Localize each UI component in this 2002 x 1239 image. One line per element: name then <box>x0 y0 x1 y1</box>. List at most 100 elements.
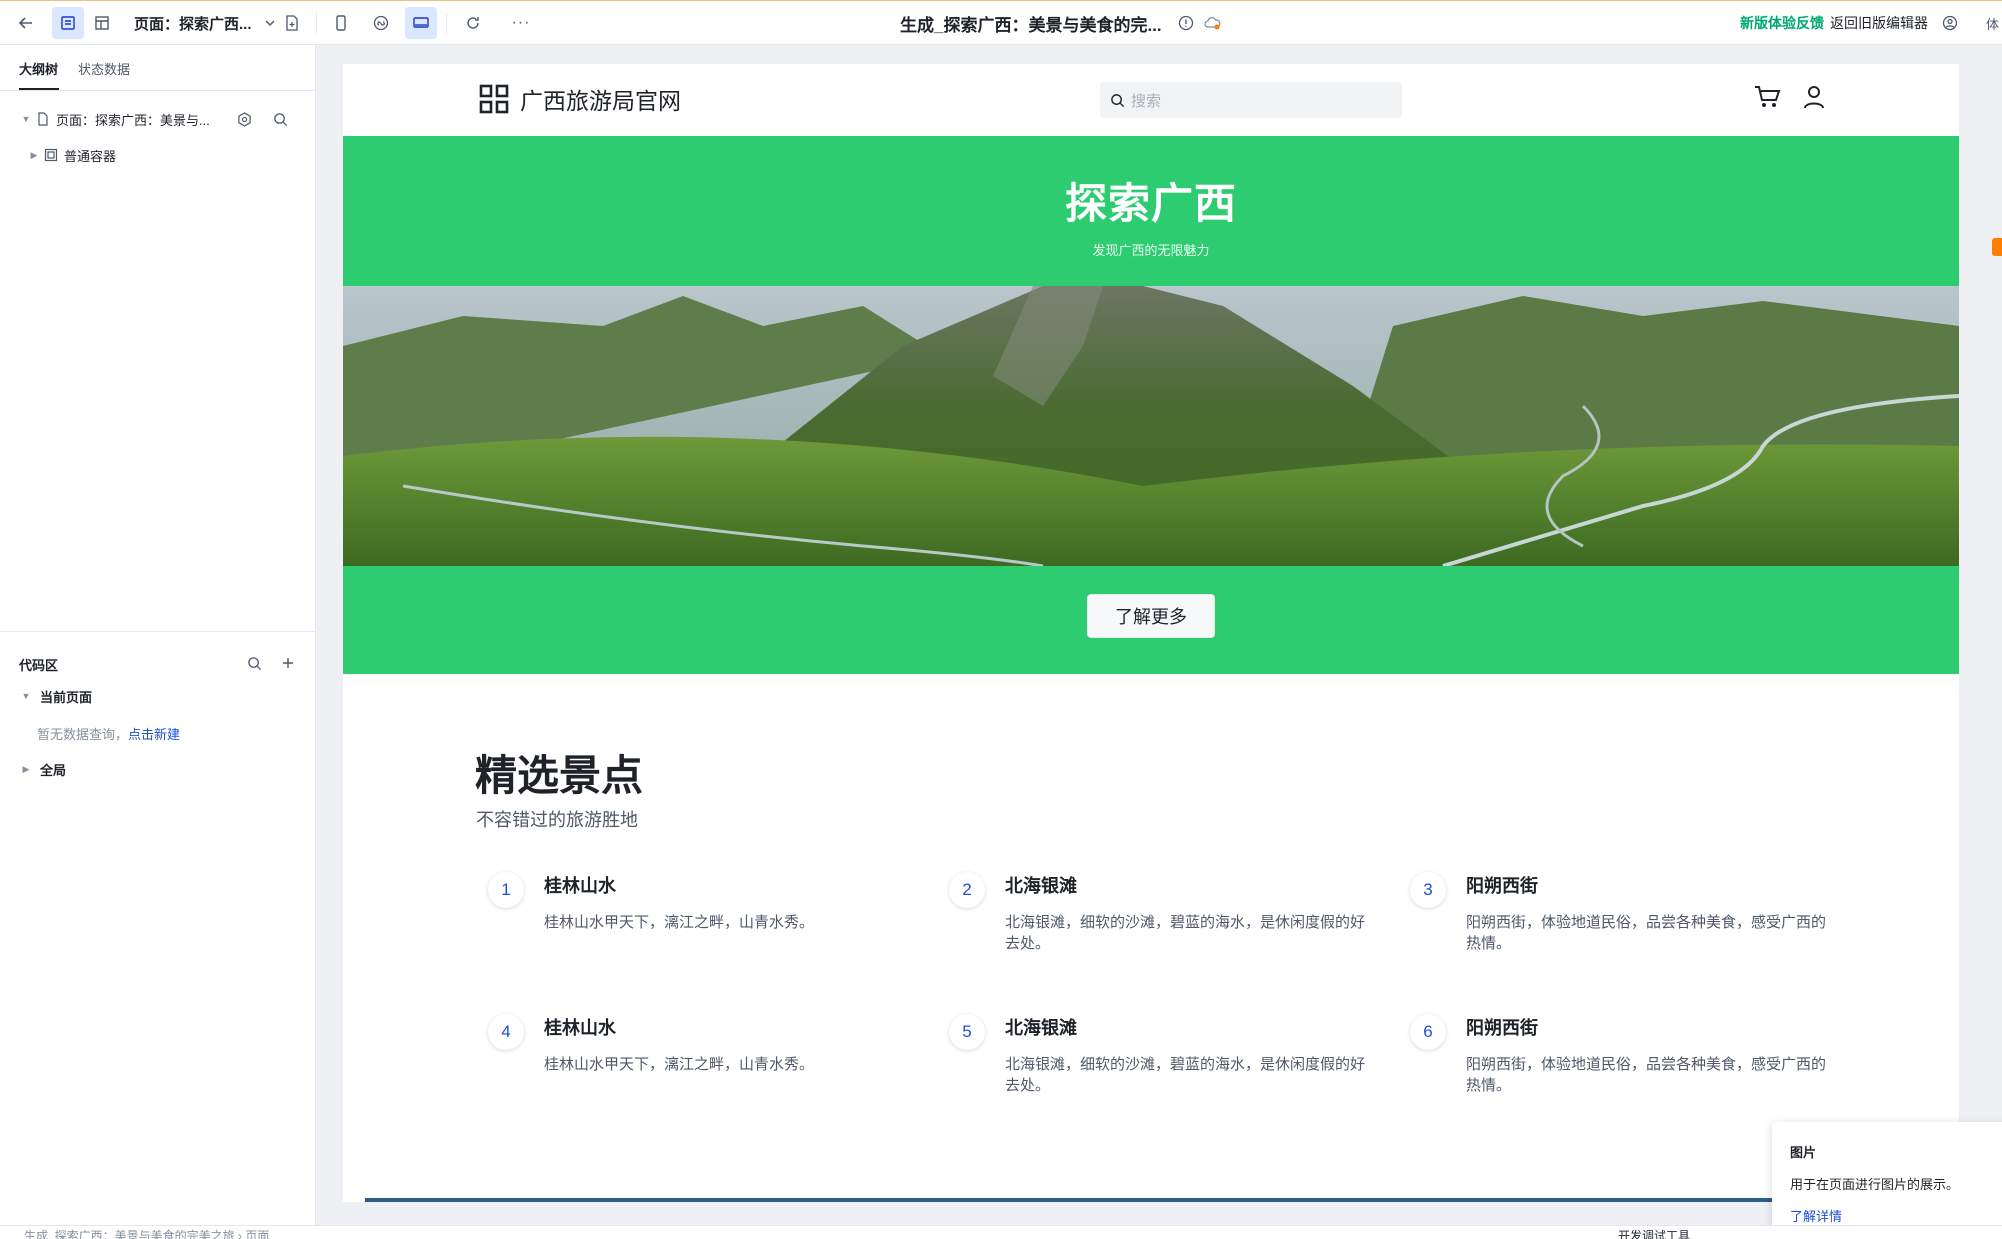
site-brand-name: 广西旅游局官网 <box>520 88 681 114</box>
add-query-button[interactable] <box>276 643 300 683</box>
popover-learn-more-link[interactable]: 了解详情 <box>1790 1206 1842 1225</box>
card-number-badge: 2 <box>949 872 985 908</box>
account-button[interactable] <box>1938 1 1962 45</box>
layout-view-button[interactable] <box>84 1 120 45</box>
code-current-page[interactable]: ▼ 当前页面 <box>20 682 92 710</box>
more-icon: ··· <box>511 14 531 31</box>
attraction-card[interactable]: 2 北海银滩 北海银滩，细软的沙滩，碧蓝的海水，是休闲度假的好去处。 <box>949 872 1365 982</box>
search-icon <box>273 112 287 126</box>
card-description: 阳朔西街，体验地道民俗，品尝各种美食，感受广西的热情。 <box>1466 914 1827 952</box>
card-description: 北海银滩，细软的沙滩，碧蓝的海水，是休闲度假的好去处。 <box>1005 1056 1366 1094</box>
card-description: 桂林山水甲天下，漓江之畔，山青水秀。 <box>544 914 815 931</box>
settings-icon <box>237 111 251 127</box>
design-canvas[interactable]: 广西旅游局官网 搜索 探索广西 发现广西的无限魅力 了解更多 精选景点 不容错过… <box>343 64 1959 1202</box>
attraction-card[interactable]: 6 阳朔西街 阳朔西街，体验地道民俗，品尝各种美食，感受广西的热情。 <box>1410 1014 1826 1124</box>
tree-node-page-label: 页面：探索广西：美景与... <box>56 112 210 128</box>
page-settings-button[interactable] <box>232 105 256 133</box>
card-number-badge: 3 <box>1410 872 1446 908</box>
left-tabs: 大纲树 状态数据 <box>0 45 315 91</box>
search-icon <box>1111 93 1125 107</box>
tree-node-page[interactable]: ▼ 页面：探索广西：美景与... <box>20 105 210 133</box>
caret-down-icon: ▼ <box>21 114 31 124</box>
popover-title: 图片 <box>1790 1145 1817 1160</box>
old-editor-link[interactable]: 返回旧版编辑器 <box>1830 1 1928 45</box>
truncated-button-label[interactable]: 体 <box>1986 1 1999 45</box>
caret-right-icon: ▶ <box>22 763 30 774</box>
empty-query-text: 暂无数据查询，点击新建 <box>37 724 180 743</box>
card-number-badge: 6 <box>1410 1014 1446 1050</box>
global-label: 全局 <box>40 762 67 778</box>
tab-state-data[interactable]: 状态数据 <box>78 59 130 78</box>
desktop-icon <box>405 7 437 39</box>
info-button[interactable] <box>1174 1 1198 45</box>
card-number-badge: 1 <box>488 872 524 908</box>
file-icon <box>38 112 48 126</box>
card-title: 桂林山水 <box>544 1018 616 1038</box>
site-search-input[interactable]: 搜索 <box>1100 82 1402 118</box>
create-query-link[interactable]: 点击新建 <box>128 727 180 742</box>
site-brand[interactable]: 广西旅游局官网 <box>478 82 681 116</box>
refresh-button[interactable] <box>456 1 490 45</box>
grid-logo-icon <box>479 84 509 114</box>
side-panel-toggle[interactable] <box>1992 238 2002 256</box>
card-title: 阳朔西街 <box>1466 876 1538 896</box>
mobile-icon <box>336 15 346 31</box>
card-title: 桂林山水 <box>544 876 616 896</box>
card-description: 北海银滩，细软的沙滩，碧蓝的海水，是休闲度假的好去处。 <box>1005 914 1366 952</box>
learn-more-button[interactable]: 了解更多 <box>1087 594 1215 638</box>
hero-subtitle: 发现广西的无限魅力 <box>1092 243 1210 258</box>
tree-node-container[interactable]: ▶ 普通容器 <box>28 141 116 169</box>
tab-outline-tree[interactable]: 大纲树 <box>19 59 58 78</box>
component-info-popover: 图片 用于在页面进行图片的展示。 了解详情 <box>1772 1122 2002 1239</box>
status-bar: 生成_探索广西：美景与美食的完美之旅 › 页面 开发调试工具 <box>0 1225 2002 1239</box>
code-area-title: 代码区 <box>19 658 59 673</box>
document-title: 生成_探索广西：美景与美食的完... <box>900 15 1162 35</box>
card-description: 阳朔西街，体验地道民俗，品尝各种美食，感受广西的热情。 <box>1466 1056 1827 1094</box>
miniapp-icon <box>373 15 389 31</box>
current-page-label: 当前页面 <box>40 689 93 705</box>
devtools-button[interactable]: 开发调试工具 <box>1618 1227 1690 1239</box>
back-button[interactable] <box>8 1 44 45</box>
mobile-preview-button[interactable] <box>324 1 358 45</box>
hero-title: 探索广西 <box>1064 180 1237 227</box>
page-selector[interactable]: 页面：探索广西... <box>134 1 276 45</box>
desktop-preview-button[interactable] <box>404 1 438 45</box>
card-title: 北海银滩 <box>1005 876 1077 896</box>
feedback-link[interactable]: 新版体验反馈 <box>1740 1 1824 45</box>
editor-topbar: 页面：探索广西... ··· 生成_探索广西：美景与美食的完... 新版体验反馈… <box>0 0 2002 45</box>
tree-search-button[interactable] <box>268 105 292 133</box>
attraction-card[interactable]: 1 桂林山水 桂林山水甲天下，漓江之畔，山青水秀。 <box>488 872 888 982</box>
plus-icon <box>283 658 293 668</box>
active-tab-underline <box>19 88 59 90</box>
code-global[interactable]: ▶ 全局 <box>20 755 66 783</box>
cart-icon[interactable] <box>1753 84 1781 110</box>
code-search-button[interactable] <box>242 643 266 683</box>
breadcrumb[interactable]: 生成_探索广西：美景与美食的完美之旅 › 页面 <box>24 1227 269 1239</box>
outline-icon <box>52 7 84 39</box>
toolbar-divider <box>316 13 317 33</box>
section-title: 精选景点 <box>475 752 644 799</box>
more-button[interactable]: ··· <box>504 1 538 45</box>
refresh-icon <box>467 17 479 29</box>
empty-query-label: 暂无数据查询， <box>37 727 129 742</box>
back-arrow-icon <box>18 17 32 29</box>
container-icon <box>44 148 58 162</box>
popover-description: 用于在页面进行图片的展示。 <box>1790 1177 1960 1192</box>
miniapp-preview-button[interactable] <box>364 1 398 45</box>
caret-right-icon: ▶ <box>30 149 38 160</box>
card-number-badge: 4 <box>488 1014 524 1050</box>
card-number-badge: 5 <box>949 1014 985 1050</box>
site-header: 广西旅游局官网 搜索 <box>343 64 1959 136</box>
attraction-card[interactable]: 3 阳朔西街 阳朔西街，体验地道民俗，品尝各种美食，感受广西的热情。 <box>1410 872 1826 982</box>
save-status <box>1200 1 1224 45</box>
next-section-image-edge <box>365 1198 1937 1202</box>
add-page-button[interactable] <box>280 1 304 45</box>
page-selector-label: 页面：探索广西... <box>134 15 252 33</box>
attraction-card[interactable]: 5 北海银滩 北海银滩，细软的沙滩，碧蓝的海水，是休闲度假的好去处。 <box>949 1014 1365 1124</box>
user-icon[interactable] <box>1803 85 1825 109</box>
attraction-card[interactable]: 4 桂林山水 桂林山水甲天下，漓江之畔，山青水秀。 <box>488 1014 888 1124</box>
hero-landscape-image <box>343 286 1959 566</box>
outline-view-button[interactable] <box>50 1 86 45</box>
hero-section: 探索广西 发现广西的无限魅力 了解更多 <box>343 136 1959 674</box>
info-icon <box>1178 15 1194 31</box>
